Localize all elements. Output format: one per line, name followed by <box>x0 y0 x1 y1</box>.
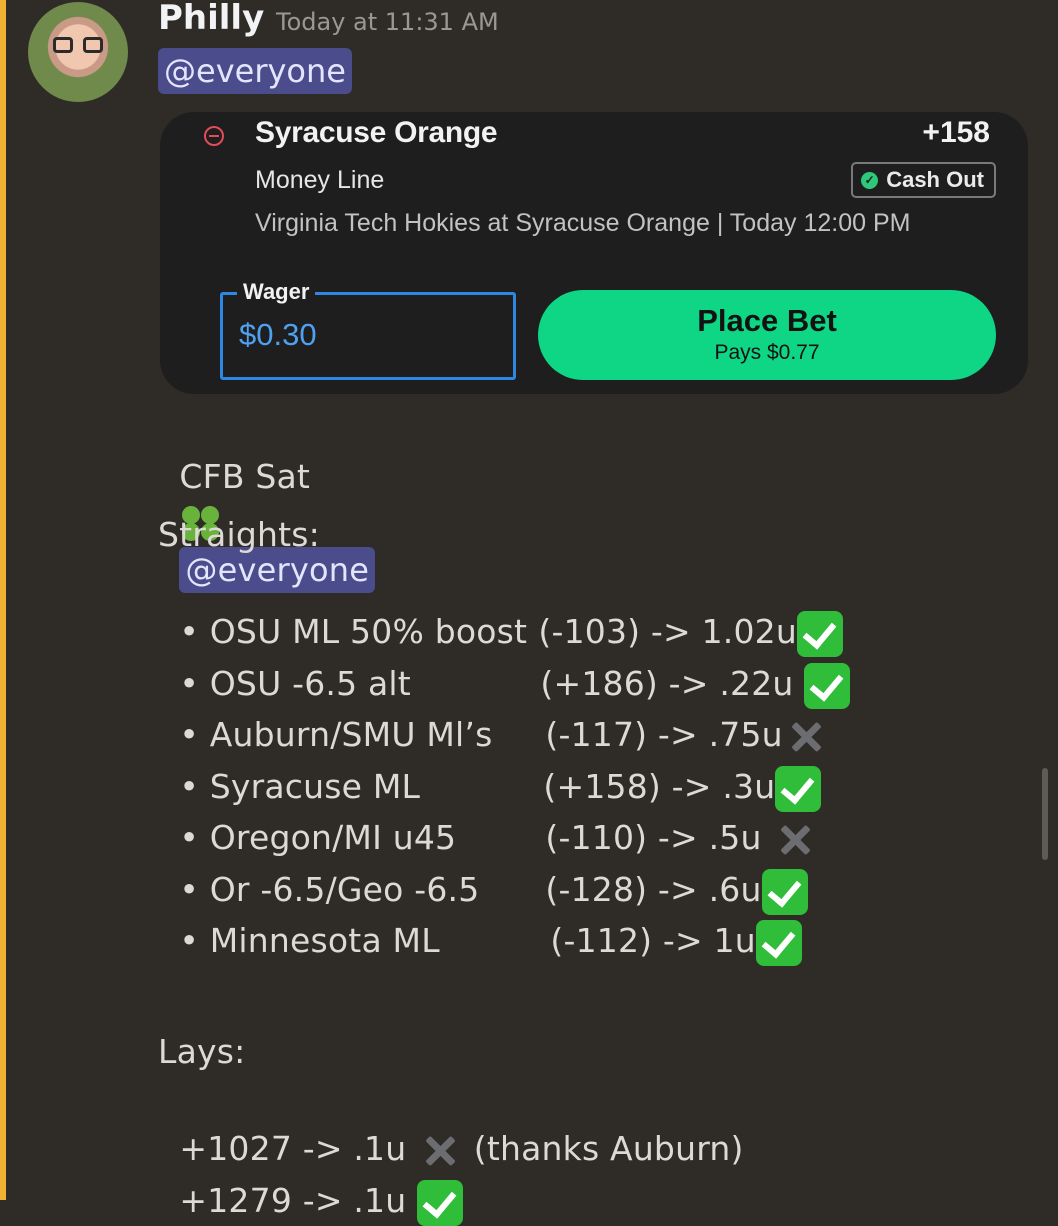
lay-line: +1279 -> .1u <box>179 1181 407 1220</box>
wager-value[interactable]: $0.30 <box>239 317 317 353</box>
place-bet-button[interactable]: Place Bet Pays $0.77 <box>538 290 996 380</box>
pick-line-group: (-128) -> .6u <box>524 821 808 915</box>
lay-row: +1027 -> .1u (thanks Auburn) <box>158 1080 744 1168</box>
pick-row: • Syracuse ML <box>158 718 420 806</box>
check-mark-icon <box>417 1179 464 1226</box>
scrollbar[interactable] <box>1042 768 1048 860</box>
post-header-text: CFB Sat <box>179 457 311 496</box>
glasses-icon <box>53 37 103 55</box>
pays-label: Pays $0.77 <box>714 341 820 364</box>
check-mark-icon <box>755 919 802 966</box>
pick-row: • Oregon/MI u45 <box>158 769 456 857</box>
matchup-info: Virginia Tech Hokies at Syracuse Orange … <box>255 209 911 237</box>
lay-note: (thanks Auburn) <box>473 1129 744 1168</box>
wager-label: Wager <box>237 279 316 305</box>
everyone-mention[interactable]: @everyone <box>158 48 352 94</box>
pick-line: (-112) -> 1u <box>550 921 756 960</box>
cash-out-button[interactable]: ✓ Cash Out <box>851 162 996 198</box>
pick-line-group: (-103) -> 1.02u <box>517 563 843 657</box>
minus-circle-icon <box>204 126 224 146</box>
bet-team: Syracuse Orange <box>255 116 498 149</box>
bet-type: Money Line <box>255 166 385 194</box>
pick-name: • Minnesota ML <box>179 921 440 960</box>
pick-line-group: (+186) -> .22u <box>519 615 851 709</box>
pick-line-group: (-117) -> .75u <box>524 666 829 754</box>
pick-row: • Auburn/SMU Ml’s <box>158 666 493 754</box>
bet-odds: +158 <box>922 116 990 149</box>
username[interactable]: Philly <box>158 0 264 38</box>
place-bet-label: Place Bet <box>697 303 837 338</box>
post-header: CFB Sat @everyone <box>158 408 376 593</box>
check-circle-icon: ✓ <box>861 171 879 189</box>
pick-row: • Or -6.5/Geo -6.5 <box>158 821 479 909</box>
pick-row: • OSU -6.5 alt <box>158 615 411 703</box>
pick-row: • Minnesota ML <box>158 872 440 960</box>
cash-out-label: Cash Out <box>886 167 984 192</box>
mention-highlight-bar <box>0 0 6 1200</box>
pick-line-group: (-110) -> .5u <box>524 769 818 857</box>
pick-line-group: (-112) -> 1u <box>529 872 802 966</box>
timestamp: Today at 11:31 AM <box>276 8 499 36</box>
avatar[interactable] <box>28 2 128 102</box>
straights-title: Straights: <box>158 515 320 554</box>
pick-row: • OSU ML 50% boost <box>158 563 527 651</box>
lays-title: Lays: <box>158 1032 246 1071</box>
wager-input[interactable]: Wager $0.30 <box>220 279 516 380</box>
bet-card: Syracuse Orange +158 Money Line ✓ Cash O… <box>160 112 1028 394</box>
pick-line-group: (+158) -> .3u <box>522 718 822 812</box>
lay-row: +1279 -> .1u <box>158 1132 464 1226</box>
